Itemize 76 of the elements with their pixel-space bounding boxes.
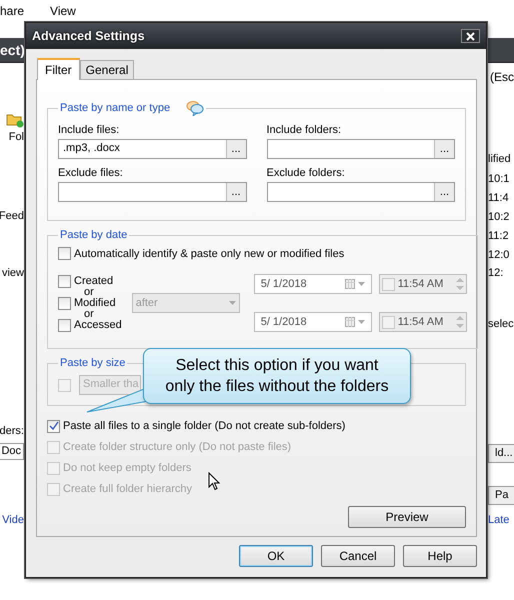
button[interactable]: ld...	[488, 444, 514, 463]
checkbox-label: Create folder structure only (Do not paste files)	[63, 441, 292, 454]
text-fragment: 10:2	[488, 210, 510, 225]
separator-text: or	[84, 310, 94, 319]
checkbox-label: Created	[74, 275, 114, 288]
folder-add-icon[interactable]	[6, 112, 24, 128]
checkbox[interactable]	[382, 278, 395, 291]
group-title: Paste by size	[60, 357, 126, 370]
input-field[interactable]: ...	[266, 182, 455, 202]
checkbox[interactable]	[58, 318, 71, 332]
text-fragment: Feed	[0, 209, 24, 224]
time-picker[interactable]: 11:54 AM	[378, 312, 467, 332]
text-fragment: view	[2, 266, 24, 281]
dialog-button[interactable]: OK	[239, 545, 313, 567]
speech-bubbles-icon	[186, 100, 204, 116]
column-header: lified	[488, 152, 511, 167]
checkbox-label: Automatically identify & paste only new or modified files	[74, 248, 344, 260]
checkbox-label: Create full folder hierarchy	[63, 483, 192, 496]
checkbox-label: Modified	[74, 297, 116, 310]
checkbox[interactable]	[58, 296, 71, 310]
separator-text: or	[84, 288, 94, 297]
text-fragment: 12:	[488, 266, 504, 281]
browse-button[interactable]: ...	[434, 183, 454, 201]
checkbox-label: Do not keep empty folders	[63, 462, 192, 474]
input-field[interactable]: ...	[58, 182, 246, 202]
field-label: Exclude folders:	[266, 167, 346, 179]
checkbox-label: Accessed	[74, 319, 122, 332]
text-fragment: 11:4	[488, 191, 509, 206]
group-title: Paste by date	[60, 229, 128, 242]
mouse-cursor-icon	[208, 472, 220, 491]
text-fragment: 11:2	[488, 229, 509, 244]
date-picker[interactable]: 5/ 1/2018	[254, 312, 372, 332]
callout-text: Select this option if you want only the files without the folders	[165, 356, 389, 397]
close-button[interactable]	[461, 29, 480, 43]
window-heading: (Esc	[490, 70, 514, 84]
dialog-button[interactable]: Help	[403, 545, 477, 567]
tab[interactable]: General	[80, 60, 134, 79]
checkbox[interactable]	[58, 378, 71, 392]
field-label: Include files:	[58, 124, 120, 136]
window-title: Advanced Settings	[32, 29, 145, 43]
text-fragment: selec	[488, 317, 514, 332]
time-picker[interactable]: 11:54 AM	[378, 274, 467, 294]
menu-item[interactable]: View	[50, 4, 76, 18]
text-fragment: ders:	[0, 424, 24, 439]
checkbox-label: Paste all files to a single folder (Do not create sub-folders)	[63, 420, 346, 432]
spin-icon	[456, 277, 464, 292]
checkbox[interactable]	[58, 247, 71, 260]
browse-button[interactable]: ...	[226, 183, 246, 201]
input-field[interactable]: .mp3, .docx ...	[58, 139, 246, 159]
preview-button[interactable]: Preview	[348, 506, 466, 528]
dialog-button[interactable]: Cancel	[321, 545, 395, 567]
checkbox[interactable]	[58, 274, 71, 288]
close-icon	[466, 32, 475, 40]
checkbox[interactable]	[47, 420, 60, 433]
checkbox[interactable]	[382, 316, 395, 329]
text-fragment: Fol	[8, 130, 24, 145]
window-title: ect)	[0, 42, 25, 58]
calendar-icon	[344, 279, 367, 290]
field-label: Exclude files:	[58, 167, 124, 179]
caret-icon	[228, 301, 236, 306]
group-title: Paste by name or type	[60, 102, 170, 114]
menu-item[interactable]: hare	[0, 4, 24, 18]
text-fragment: 12:0	[488, 248, 510, 263]
calendar-icon	[344, 317, 367, 328]
link[interactable]: Vide	[2, 513, 24, 528]
spin-icon	[456, 315, 464, 330]
button[interactable]: Pa	[488, 486, 514, 505]
date-picker[interactable]: 5/ 1/2018	[254, 274, 372, 294]
input-field[interactable]: ...	[266, 139, 455, 159]
browse-button[interactable]: ...	[434, 140, 454, 158]
link[interactable]: Late	[488, 513, 510, 528]
browse-button[interactable]: ...	[226, 140, 246, 158]
tab[interactable]: Filter	[37, 58, 80, 80]
text-fragment: 10:1	[488, 172, 510, 187]
field-label: Include folders:	[266, 124, 342, 136]
path-field[interactable]: Doc	[0, 443, 24, 460]
